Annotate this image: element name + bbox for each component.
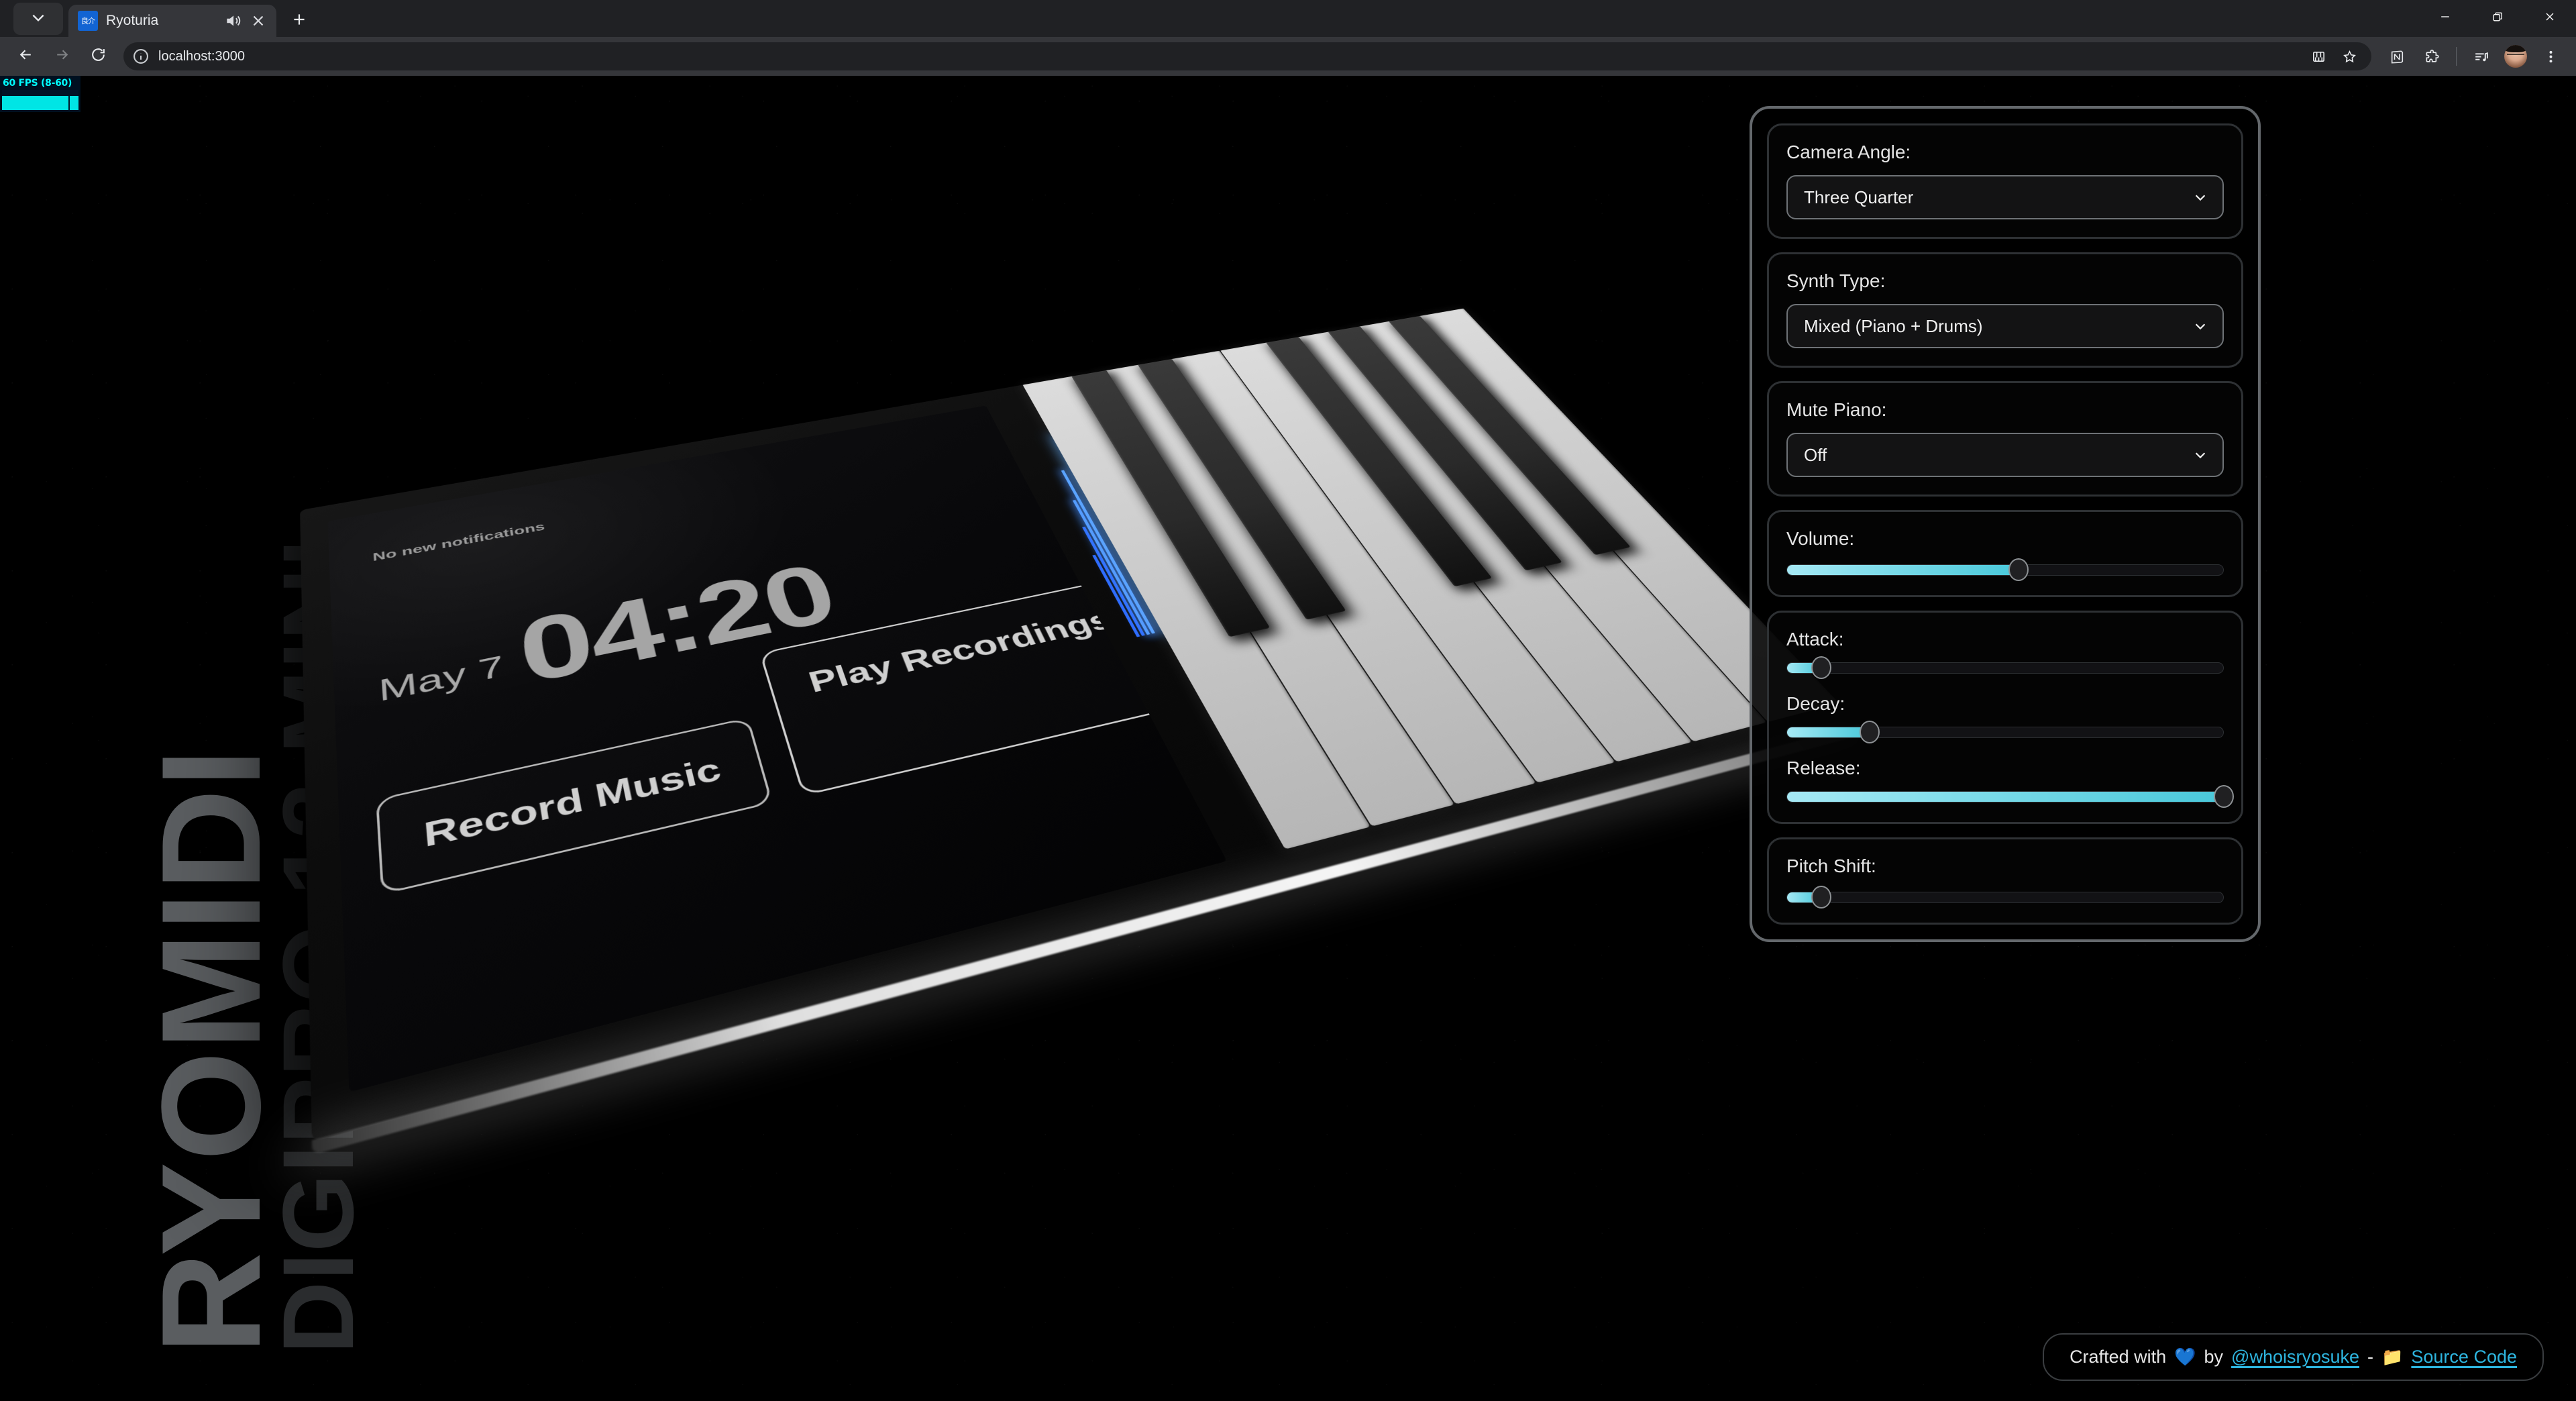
camera-angle-value: Three Quarter: [1804, 187, 1914, 207]
slider-thumb[interactable]: [2214, 785, 2234, 808]
blue-heart-icon: 💙: [2174, 1347, 2196, 1367]
close-icon[interactable]: [250, 12, 267, 30]
attack-slider[interactable]: [1786, 656, 2224, 679]
attack-label: Attack:: [1786, 629, 1844, 650]
mute-piano-value: Off: [1804, 444, 1827, 465]
pitch-shift-card: Pitch Shift:: [1767, 837, 2243, 925]
mute-piano-card: Mute Piano: Off: [1767, 381, 2243, 497]
synth-type-label: Synth Type:: [1786, 270, 1886, 291]
browser-menu-icon[interactable]: [2534, 40, 2567, 72]
synth-type-value: Mixed (Piano + Drums): [1804, 315, 1983, 336]
profile-button[interactable]: [2500, 40, 2532, 72]
back-arrow-icon: [17, 46, 34, 66]
slider-fill: [1787, 565, 2018, 575]
fps-label: 60 FPS (8-60): [3, 78, 72, 89]
volume-label: Volume:: [1786, 528, 1855, 549]
new-tab-button[interactable]: [283, 5, 315, 37]
minimize-button[interactable]: [2419, 0, 2471, 37]
decay-slider[interactable]: [1786, 721, 2224, 743]
camera-angle-card: Camera Angle: Three Quarter: [1767, 123, 2243, 239]
forward-arrow-icon: [54, 46, 70, 66]
slider-thumb[interactable]: [1859, 721, 1880, 743]
tab-search-button[interactable]: [13, 3, 63, 35]
fps-stats-panel[interactable]: 60 FPS (8-60): [0, 76, 80, 112]
chevron-down-icon: [2193, 448, 2208, 462]
pitch-shift-slider[interactable]: [1786, 886, 2224, 909]
slider-thumb[interactable]: [1811, 656, 1832, 679]
slider-track: [1786, 892, 2224, 903]
fps-graph: [2, 90, 78, 110]
footer-separator: -: [2367, 1347, 2374, 1367]
volume-slider[interactable]: [1786, 558, 2224, 581]
extensions-puzzle-icon[interactable]: [2416, 40, 2448, 72]
volume-card: Volume:: [1767, 510, 2243, 597]
tab-favicon: 良介: [78, 11, 98, 31]
notion-extension-icon[interactable]: [2381, 40, 2413, 72]
maximize-button[interactable]: [2471, 0, 2524, 37]
close-window-button[interactable]: [2524, 0, 2576, 37]
page-footer: Crafted with 💙 by @whoisryosuke - 📁 Sour…: [2043, 1333, 2544, 1381]
slider-fill: [1787, 727, 1869, 737]
camera-angle-select[interactable]: Three Quarter: [1786, 175, 2224, 219]
back-button[interactable]: [9, 40, 42, 72]
envelope-card: Attack: Decay: Release:: [1767, 611, 2243, 824]
mute-piano-select[interactable]: Off: [1786, 433, 2224, 477]
omnibox-actions: [2304, 42, 2363, 70]
midi-keyboard-3d[interactable]: No new notifications May 7 04:20 Record …: [300, 308, 1868, 1155]
plus-icon: [290, 11, 308, 32]
browser-toolbar: localhost:3000: [0, 37, 2576, 76]
fps-graph-bars: [2, 96, 78, 110]
avatar: [2504, 45, 2527, 68]
toolbar-divider: [2456, 47, 2457, 66]
slider-thumb[interactable]: [1811, 886, 1832, 909]
footer-by: by: [2204, 1347, 2224, 1367]
window-controls: [2419, 0, 2576, 37]
date-text: May 7: [377, 649, 506, 709]
camera-angle-label: Camera Angle:: [1786, 142, 1911, 162]
source-code-link[interactable]: Source Code: [2411, 1347, 2517, 1367]
browser-window: 良介 Ryoturia localhost:3000 60 FPS (8-60)…: [0, 0, 2576, 1401]
address-bar[interactable]: localhost:3000: [123, 42, 2371, 70]
media-control-icon[interactable]: [2465, 40, 2497, 72]
record-music-button[interactable]: Record Music: [376, 717, 773, 895]
release-label: Release:: [1786, 758, 1861, 778]
decay-label: Decay:: [1786, 693, 1845, 714]
reload-icon: [90, 46, 107, 66]
browser-tab[interactable]: 良介 Ryoturia: [68, 5, 276, 37]
folder-icon: 📁: [2381, 1347, 2404, 1367]
author-link[interactable]: @whoisryosuke: [2231, 1347, 2359, 1367]
page-viewport: 60 FPS (8-60) RYOMIDI DIGIPRO 12 MINI Co…: [0, 76, 2576, 1401]
chevron-down-icon: [30, 9, 47, 30]
pitch-shift-label: Pitch Shift:: [1786, 855, 1876, 876]
slider-thumb[interactable]: [2008, 558, 2029, 581]
synth-type-card: Synth Type: Mixed (Piano + Drums): [1767, 252, 2243, 368]
release-slider[interactable]: [1786, 785, 2234, 808]
decay-row: Decay:: [1786, 693, 2224, 743]
chevron-down-icon: [2193, 319, 2208, 333]
tab-title: Ryoturia: [106, 13, 159, 28]
slider-fill: [1787, 792, 2223, 802]
info-circle-icon[interactable]: [131, 47, 150, 66]
restore-icon: [2491, 10, 2504, 27]
controls-panel: Camera Angle: Three Quarter Synth Type: …: [1750, 106, 2261, 942]
browser-titlebar: 良介 Ryoturia: [0, 0, 2576, 37]
forward-button[interactable]: [46, 40, 78, 72]
mute-piano-label: Mute Piano:: [1786, 399, 1887, 420]
release-row: Release:: [1786, 758, 2234, 808]
close-window-icon: [2543, 10, 2557, 27]
minimize-icon: [2438, 10, 2452, 27]
synth-type-select[interactable]: Mixed (Piano + Drums): [1786, 304, 2224, 348]
chevron-down-icon: [2193, 190, 2208, 205]
reload-button[interactable]: [82, 40, 114, 72]
split-view-icon[interactable]: [2304, 42, 2332, 70]
slider-track: [1786, 662, 2224, 674]
address-bar-url[interactable]: localhost:3000: [158, 49, 2296, 64]
attack-row: Attack:: [1786, 629, 2224, 679]
toolbar-right-actions: [2381, 40, 2567, 72]
footer-prefix: Crafted with: [2070, 1347, 2167, 1367]
bookmark-star-icon[interactable]: [2335, 42, 2363, 70]
speaker-icon[interactable]: [224, 12, 241, 30]
